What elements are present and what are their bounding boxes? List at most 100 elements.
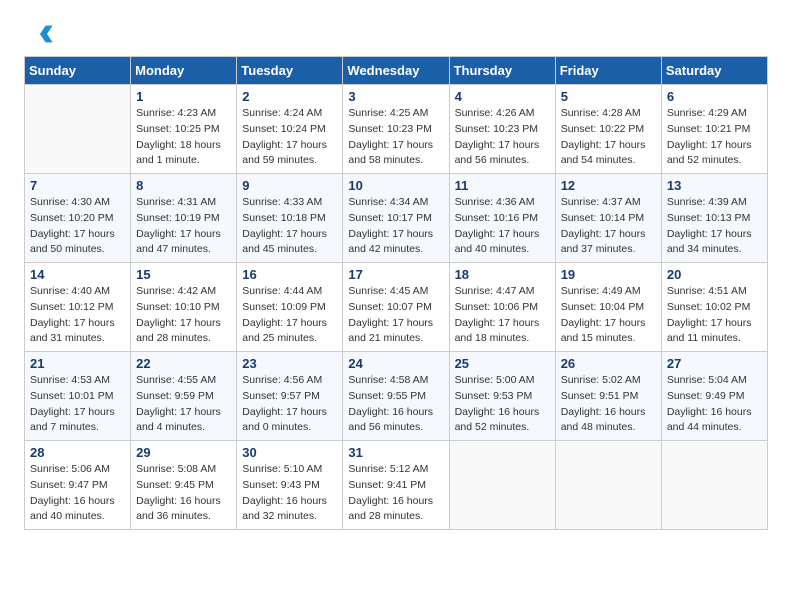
day-number: 28 [30, 445, 125, 460]
calendar-cell [25, 85, 131, 174]
day-info: Sunrise: 4:53 AM Sunset: 10:01 PM Daylig… [30, 373, 125, 436]
day-info: Sunrise: 4:47 AM Sunset: 10:06 PM Daylig… [455, 284, 550, 347]
day-info: Sunrise: 4:39 AM Sunset: 10:13 PM Daylig… [667, 195, 762, 258]
logo [24, 20, 54, 48]
day-number: 30 [242, 445, 337, 460]
calendar-cell: 8Sunrise: 4:31 AM Sunset: 10:19 PM Dayli… [131, 174, 237, 263]
calendar-cell: 29 Sunrise: 5:08 AM Sunset: 9:45 PM Dayli… [131, 441, 237, 530]
calendar: SundayMondayTuesdayWednesdayThursdayFrid… [24, 56, 768, 530]
calendar-cell: 28 Sunrise: 5:06 AM Sunset: 9:47 PM Dayli… [25, 441, 131, 530]
day-number: 29 [136, 445, 231, 460]
day-number: 22 [136, 356, 231, 371]
calendar-cell: 16 Sunrise: 4:44 AM Sunset: 10:09 PM Dayl… [237, 263, 343, 352]
day-info: Sunrise: 4:29 AM Sunset: 10:21 PM Daylig… [667, 106, 762, 169]
day-number: 1 [136, 89, 231, 104]
day-number: 8 [136, 178, 231, 193]
calendar-cell: 25Sunrise: 5:00 AM Sunset: 9:53 PM Dayli… [449, 352, 555, 441]
calendar-cell: 3 Sunrise: 4:25 AM Sunset: 10:23 PM Dayli… [343, 85, 449, 174]
day-info: Sunrise: 4:40 AM Sunset: 10:12 PM Daylig… [30, 284, 125, 347]
day-info: Sunrise: 4:23 AM Sunset: 10:25 PM Daylig… [136, 106, 231, 169]
calendar-cell: 12 Sunrise: 4:37 AM Sunset: 10:14 PM Dayl… [555, 174, 661, 263]
calendar-cell: 21 Sunrise: 4:53 AM Sunset: 10:01 PM Dayl… [25, 352, 131, 441]
day-info: Sunrise: 4:51 AM Sunset: 10:02 PM Daylig… [667, 284, 762, 347]
day-info: Sunrise: 4:30 AM Sunset: 10:20 PM Daylig… [30, 195, 125, 258]
calendar-header-saturday: Saturday [661, 57, 767, 85]
calendar-cell: 17Sunrise: 4:45 AM Sunset: 10:07 PM Dayl… [343, 263, 449, 352]
day-number: 20 [667, 267, 762, 282]
day-number: 2 [242, 89, 337, 104]
day-info: Sunrise: 4:56 AM Sunset: 9:57 PM Dayligh… [242, 373, 337, 436]
day-info: Sunrise: 4:33 AM Sunset: 10:18 PM Daylig… [242, 195, 337, 258]
calendar-cell: 30 Sunrise: 5:10 AM Sunset: 9:43 PM Dayli… [237, 441, 343, 530]
day-info: Sunrise: 4:28 AM Sunset: 10:22 PM Daylig… [561, 106, 656, 169]
day-info: Sunrise: 4:26 AM Sunset: 10:23 PM Daylig… [455, 106, 550, 169]
calendar-cell: 6 Sunrise: 4:29 AM Sunset: 10:21 PM Dayli… [661, 85, 767, 174]
day-number: 4 [455, 89, 550, 104]
day-number: 10 [348, 178, 443, 193]
day-info: Sunrise: 5:04 AM Sunset: 9:49 PM Dayligh… [667, 373, 762, 436]
calendar-header-thursday: Thursday [449, 57, 555, 85]
calendar-cell: 31 Sunrise: 5:12 AM Sunset: 9:41 PM Dayli… [343, 441, 449, 530]
day-info: Sunrise: 4:24 AM Sunset: 10:24 PM Daylig… [242, 106, 337, 169]
calendar-header-tuesday: Tuesday [237, 57, 343, 85]
calendar-header-sunday: Sunday [25, 57, 131, 85]
day-number: 6 [667, 89, 762, 104]
page: SundayMondayTuesdayWednesdayThursdayFrid… [0, 0, 792, 550]
calendar-cell: 19 Sunrise: 4:49 AM Sunset: 10:04 PM Dayl… [555, 263, 661, 352]
calendar-cell: 9 Sunrise: 4:33 AM Sunset: 10:18 PM Dayli… [237, 174, 343, 263]
calendar-cell: 4 Sunrise: 4:26 AM Sunset: 10:23 PM Dayli… [449, 85, 555, 174]
day-info: Sunrise: 4:49 AM Sunset: 10:04 PM Daylig… [561, 284, 656, 347]
calendar-cell: 24Sunrise: 4:58 AM Sunset: 9:55 PM Dayli… [343, 352, 449, 441]
day-info: Sunrise: 4:58 AM Sunset: 9:55 PM Dayligh… [348, 373, 443, 436]
day-number: 17 [348, 267, 443, 282]
day-number: 21 [30, 356, 125, 371]
calendar-cell: 5 Sunrise: 4:28 AM Sunset: 10:22 PM Dayli… [555, 85, 661, 174]
day-number: 18 [455, 267, 550, 282]
day-info: Sunrise: 5:08 AM Sunset: 9:45 PM Dayligh… [136, 462, 231, 525]
calendar-header-friday: Friday [555, 57, 661, 85]
day-number: 13 [667, 178, 762, 193]
day-info: Sunrise: 4:37 AM Sunset: 10:14 PM Daylig… [561, 195, 656, 258]
calendar-cell: 26 Sunrise: 5:02 AM Sunset: 9:51 PM Dayli… [555, 352, 661, 441]
calendar-cell: 7 Sunrise: 4:30 AM Sunset: 10:20 PM Dayli… [25, 174, 131, 263]
day-number: 23 [242, 356, 337, 371]
day-number: 27 [667, 356, 762, 371]
day-info: Sunrise: 5:06 AM Sunset: 9:47 PM Dayligh… [30, 462, 125, 525]
day-number: 5 [561, 89, 656, 104]
day-number: 9 [242, 178, 337, 193]
calendar-cell: 15 Sunrise: 4:42 AM Sunset: 10:10 PM Dayl… [131, 263, 237, 352]
calendar-cell: 2 Sunrise: 4:24 AM Sunset: 10:24 PM Dayli… [237, 85, 343, 174]
day-number: 31 [348, 445, 443, 460]
day-info: Sunrise: 4:25 AM Sunset: 10:23 PM Daylig… [348, 106, 443, 169]
day-info: Sunrise: 5:02 AM Sunset: 9:51 PM Dayligh… [561, 373, 656, 436]
calendar-cell: 11Sunrise: 4:36 AM Sunset: 10:16 PM Dayl… [449, 174, 555, 263]
day-number: 26 [561, 356, 656, 371]
calendar-week-1: 1 Sunrise: 4:23 AM Sunset: 10:25 PM Dayli… [25, 85, 768, 174]
day-info: Sunrise: 4:42 AM Sunset: 10:10 PM Daylig… [136, 284, 231, 347]
calendar-header-monday: Monday [131, 57, 237, 85]
day-info: Sunrise: 4:36 AM Sunset: 10:16 PM Daylig… [455, 195, 550, 258]
day-info: Sunrise: 5:12 AM Sunset: 9:41 PM Dayligh… [348, 462, 443, 525]
logo-icon [26, 20, 54, 48]
calendar-cell [449, 441, 555, 530]
day-number: 15 [136, 267, 231, 282]
calendar-cell: 27 Sunrise: 5:04 AM Sunset: 9:49 PM Dayli… [661, 352, 767, 441]
calendar-cell: 13 Sunrise: 4:39 AM Sunset: 10:13 PM Dayl… [661, 174, 767, 263]
day-number: 7 [30, 178, 125, 193]
day-number: 25 [455, 356, 550, 371]
day-number: 3 [348, 89, 443, 104]
calendar-week-4: 21 Sunrise: 4:53 AM Sunset: 10:01 PM Dayl… [25, 352, 768, 441]
day-info: Sunrise: 4:55 AM Sunset: 9:59 PM Dayligh… [136, 373, 231, 436]
day-number: 16 [242, 267, 337, 282]
calendar-week-3: 14 Sunrise: 4:40 AM Sunset: 10:12 PM Dayl… [25, 263, 768, 352]
day-number: 19 [561, 267, 656, 282]
calendar-week-2: 7 Sunrise: 4:30 AM Sunset: 10:20 PM Dayli… [25, 174, 768, 263]
calendar-header-wednesday: Wednesday [343, 57, 449, 85]
day-number: 14 [30, 267, 125, 282]
day-info: Sunrise: 4:44 AM Sunset: 10:09 PM Daylig… [242, 284, 337, 347]
calendar-header-row: SundayMondayTuesdayWednesdayThursdayFrid… [25, 57, 768, 85]
calendar-cell: 22 Sunrise: 4:55 AM Sunset: 9:59 PM Dayli… [131, 352, 237, 441]
day-number: 12 [561, 178, 656, 193]
calendar-week-5: 28 Sunrise: 5:06 AM Sunset: 9:47 PM Dayli… [25, 441, 768, 530]
day-info: Sunrise: 5:10 AM Sunset: 9:43 PM Dayligh… [242, 462, 337, 525]
